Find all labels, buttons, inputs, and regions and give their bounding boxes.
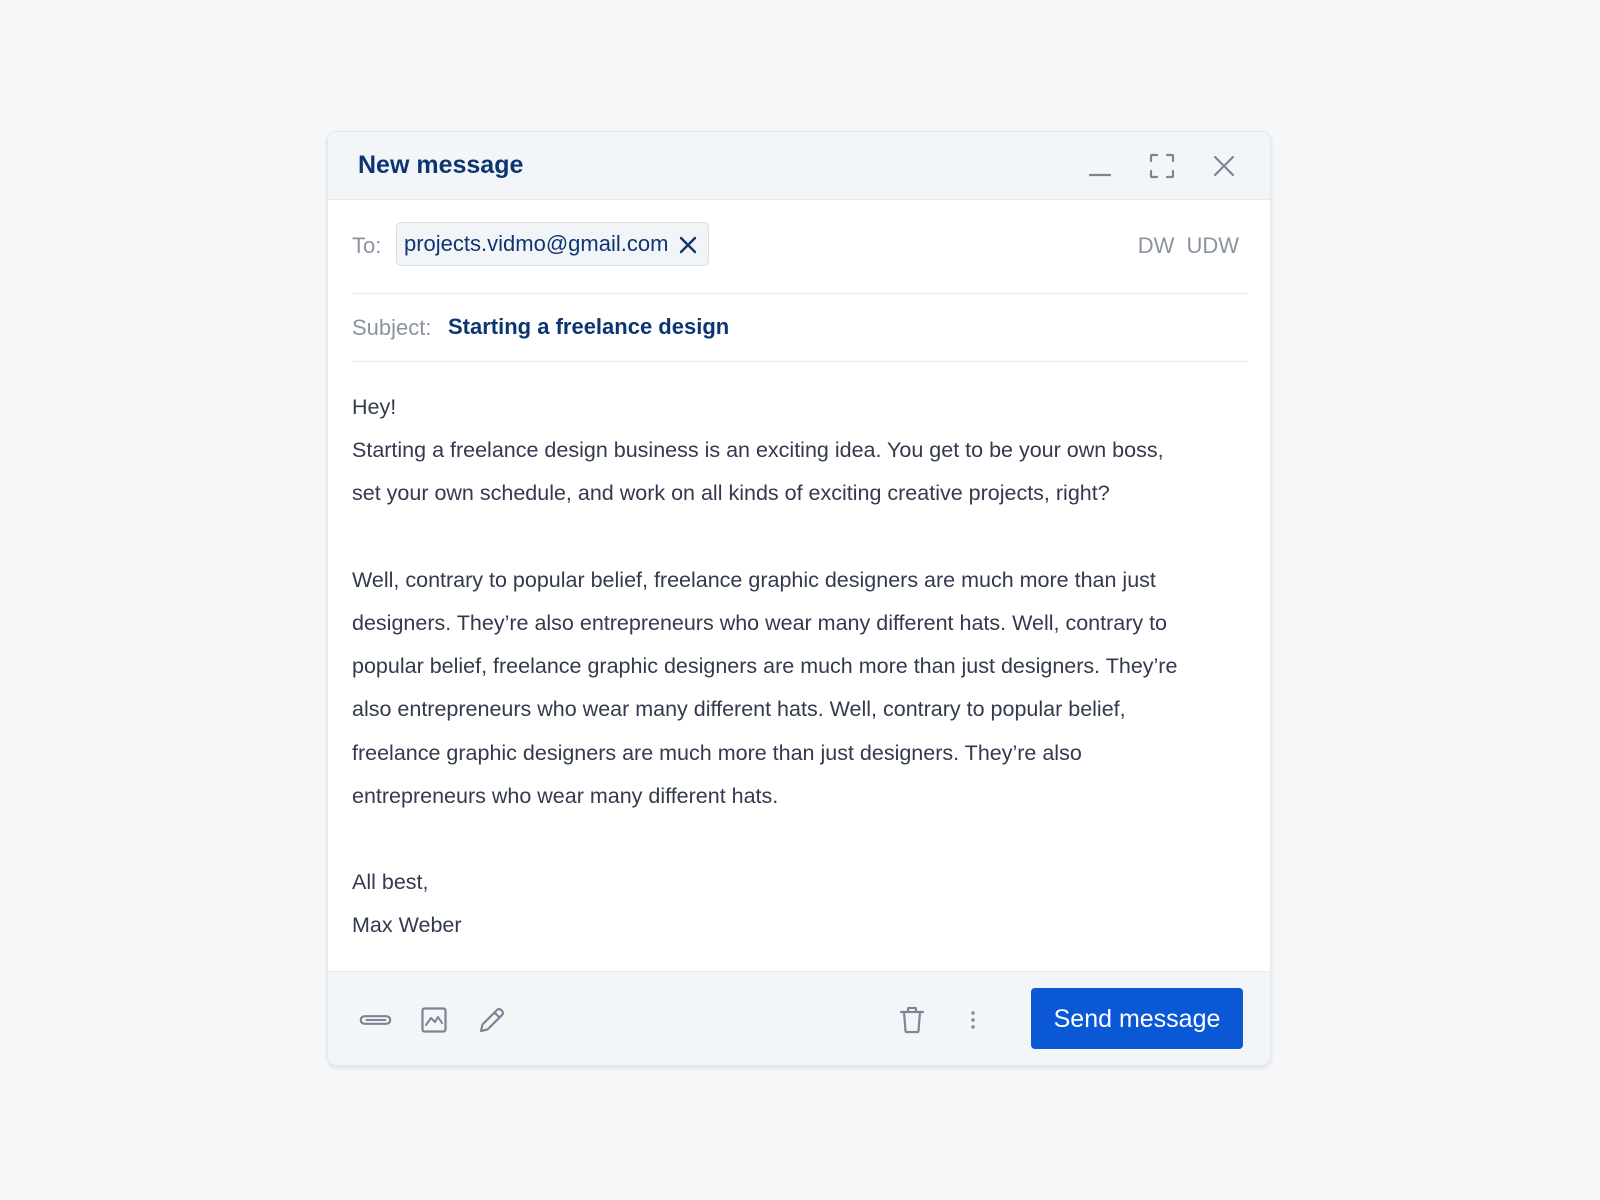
close-icon bbox=[1213, 155, 1235, 177]
recipient-chip[interactable]: projects.vidmo@gmail.com bbox=[396, 222, 710, 266]
subject-label: Subject: bbox=[352, 315, 432, 340]
body-line: entrepreneurs who wear many different ha… bbox=[352, 783, 779, 808]
recipient-email: projects.vidmo@gmail.com bbox=[404, 231, 669, 256]
maximize-button[interactable] bbox=[1144, 148, 1180, 184]
minimize-button[interactable] bbox=[1082, 148, 1118, 184]
body-line: Starting a freelance design business is … bbox=[352, 438, 1164, 463]
paperclip-icon bbox=[359, 1015, 392, 1025]
cc-links: DW UDW bbox=[1138, 233, 1239, 259]
body-line: also entrepreneurs who wear many differe… bbox=[352, 697, 1126, 722]
body-line: designers. They’re also entrepreneurs wh… bbox=[352, 611, 1168, 635]
body-line: freelance graphic designers are much mor… bbox=[352, 740, 1082, 765]
body-line: Hey! bbox=[352, 395, 397, 419]
subject-input[interactable]: Starting a freelance design bbox=[448, 314, 729, 340]
insert-image-button[interactable] bbox=[416, 1002, 452, 1038]
edit-button[interactable] bbox=[474, 1002, 510, 1038]
body-line: All best, bbox=[352, 870, 429, 895]
compose-toolbar: Send message bbox=[328, 971, 1270, 1065]
to-field[interactable]: To: projects.vidmo@gmail.com DW UDW bbox=[352, 200, 1248, 294]
discard-button[interactable] bbox=[894, 1002, 930, 1038]
message-body[interactable]: Hey! Starting a freelance design busines… bbox=[352, 386, 1248, 948]
udw-link[interactable]: UDW bbox=[1186, 233, 1239, 259]
body-line: Max Weber bbox=[352, 913, 462, 938]
compose-header: New message bbox=[328, 132, 1270, 200]
send-message-button[interactable]: Send message bbox=[1031, 988, 1243, 1049]
pencil-icon bbox=[479, 1007, 505, 1033]
dw-link[interactable]: DW bbox=[1138, 233, 1175, 259]
maximize-icon bbox=[1149, 153, 1175, 179]
to-label: To: bbox=[352, 233, 382, 258]
body-line: Well, contrary to popular belief, freela… bbox=[352, 567, 1156, 592]
attach-button[interactable] bbox=[357, 1002, 393, 1038]
close-button[interactable] bbox=[1206, 148, 1242, 184]
more-vertical-icon bbox=[971, 1011, 975, 1029]
image-icon bbox=[421, 1007, 447, 1033]
body-line: set your own schedule, and work on all k… bbox=[352, 481, 1110, 506]
remove-recipient-button[interactable] bbox=[677, 234, 699, 256]
body-line: popular belief, freelance graphic design… bbox=[352, 654, 1178, 679]
more-options-button[interactable] bbox=[955, 1002, 991, 1038]
subject-field[interactable]: Subject: Starting a freelance design bbox=[352, 294, 1248, 362]
close-icon bbox=[680, 236, 697, 254]
trash-icon bbox=[899, 1006, 925, 1034]
compose-window: New message To: projects.vidmo@gmail.com bbox=[327, 131, 1271, 1066]
minimize-icon bbox=[1088, 173, 1112, 177]
window-title: New message bbox=[358, 151, 524, 179]
